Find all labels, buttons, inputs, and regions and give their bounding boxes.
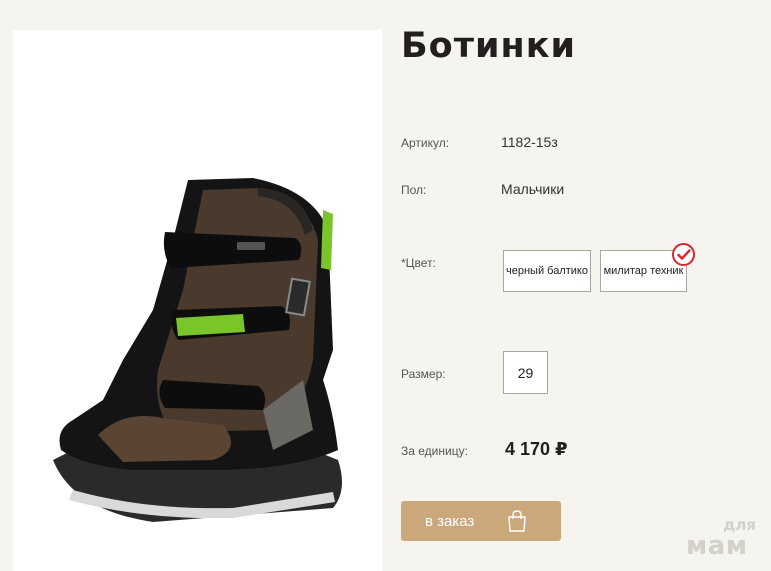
size-value: 29 bbox=[517, 364, 534, 381]
add-to-order-button[interactable]: в заказ bbox=[401, 501, 561, 541]
product-photo bbox=[13, 30, 382, 571]
gender-label: Пол: bbox=[401, 183, 427, 197]
gender-value: Мальчики bbox=[501, 181, 565, 197]
watermark-logo: для мам bbox=[686, 518, 766, 561]
unit-price-label: За единицу: bbox=[401, 444, 468, 458]
shopping-bag-icon bbox=[508, 510, 526, 532]
boot-image bbox=[53, 178, 342, 522]
color-option-label: черный балтико bbox=[506, 265, 588, 277]
product-title: Ботинки bbox=[401, 26, 576, 66]
unit-price-value: 4 170 ₽ bbox=[505, 439, 568, 459]
color-label: *Цвет: bbox=[401, 256, 436, 270]
color-option-cherny-baltiko[interactable]: черный балтико bbox=[503, 250, 591, 292]
article-label: Артикул: bbox=[401, 136, 450, 150]
product-page: Ботинки Артикул: 1182-15з Пол: Мальчики … bbox=[0, 0, 771, 571]
article-value: 1182-15з bbox=[501, 134, 558, 150]
watermark-line2: мам bbox=[686, 531, 748, 561]
add-to-order-label: в заказ bbox=[425, 512, 475, 530]
size-option[interactable]: 29 bbox=[503, 351, 548, 394]
size-label: Размер: bbox=[401, 367, 446, 381]
selected-check-icon bbox=[672, 243, 695, 266]
color-option-label: милитар техник bbox=[603, 265, 684, 277]
